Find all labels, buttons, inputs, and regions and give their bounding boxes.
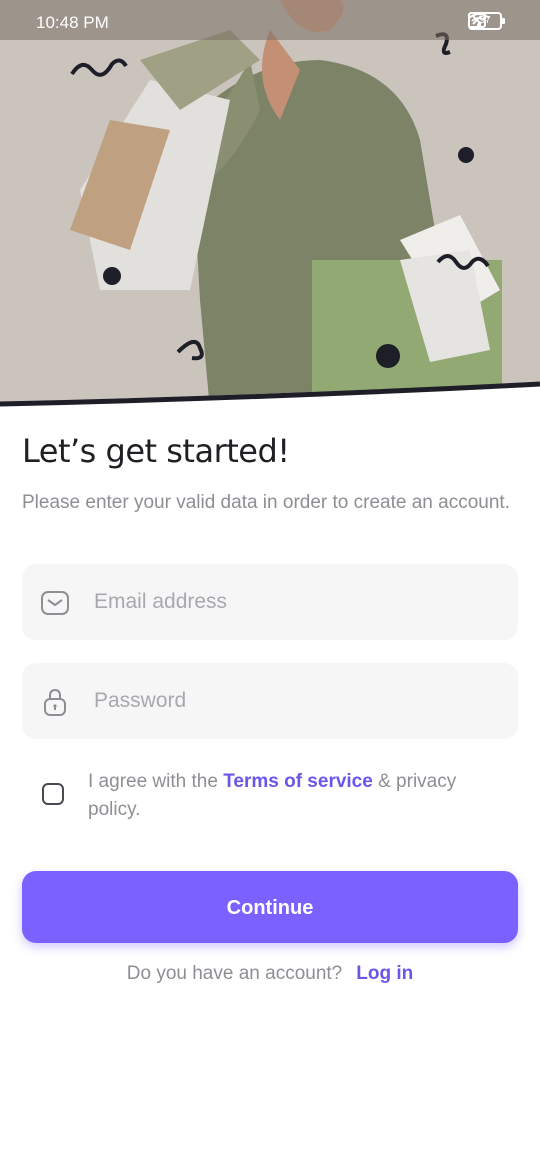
status-time: 10:48 PM [36, 13, 109, 32]
mail-icon [41, 591, 69, 615]
account-question: Do you have an account? [126, 963, 343, 984]
login-prompt: Do you have an account? Log in [0, 963, 540, 985]
login-link[interactable]: Log in [356, 963, 413, 984]
hero-image: 10:48 PM 97 [0, 0, 540, 410]
terms-link[interactable]: Terms of service [223, 771, 373, 792]
battery-icon: 97 [468, 12, 505, 30]
lock-icon [44, 688, 66, 716]
email-field[interactable] [22, 564, 518, 640]
password-field[interactable] [22, 663, 518, 739]
page-subtitle: Please enter your valid data in order to… [22, 492, 510, 513]
agree-checkbox[interactable] [42, 783, 64, 805]
password-input[interactable] [94, 663, 494, 739]
agree-text: I agree with the Terms of service & priv… [88, 768, 508, 824]
page-title: Let’s get started! [22, 432, 290, 470]
status-bar: 10:48 PM 97 [0, 0, 540, 40]
continue-button[interactable]: Continue [22, 871, 518, 943]
agree-prefix: I agree with the [88, 771, 224, 792]
shopping-woman-illustration [0, 0, 540, 410]
email-input[interactable] [94, 564, 494, 640]
